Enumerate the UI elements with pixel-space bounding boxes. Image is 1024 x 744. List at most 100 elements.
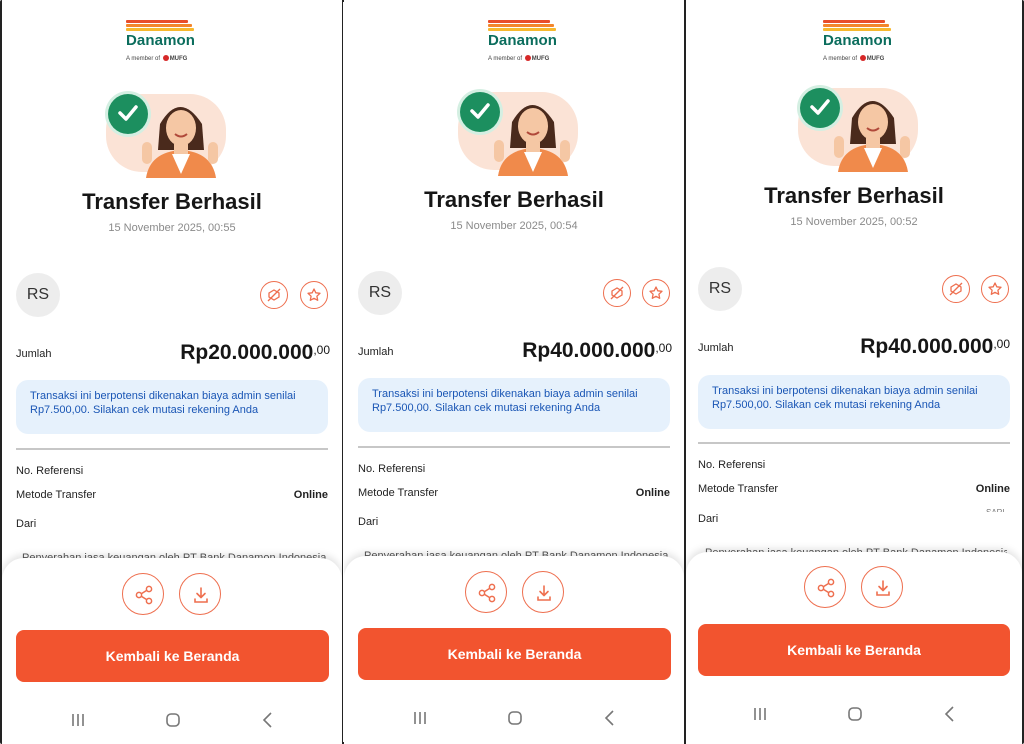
back-button[interactable] <box>938 702 962 726</box>
amount-label: Jumlah <box>358 346 394 358</box>
download-icon <box>537 585 551 601</box>
android-nav-bar <box>344 706 684 736</box>
hide-favorite-button[interactable] <box>942 275 970 303</box>
home-icon <box>508 711 522 725</box>
success-illustration <box>790 84 920 172</box>
download-icon <box>876 580 890 596</box>
logo-tagline: A member of MUFG <box>488 55 550 63</box>
transfer-method-value: Online <box>635 487 670 499</box>
back-icon <box>262 712 272 728</box>
hide-icon <box>267 288 281 302</box>
share-icon <box>135 585 153 605</box>
home-button[interactable] <box>161 708 185 732</box>
success-check-icon <box>460 92 500 132</box>
admin-fee-notice: Transaksi ini berpotensi dikenakan biaya… <box>358 378 670 432</box>
page-title: Transfer Berhasil <box>424 187 604 212</box>
success-illustration <box>98 90 228 178</box>
home-icon <box>166 713 180 727</box>
success-illustration <box>450 88 580 176</box>
hide-icon <box>949 282 963 296</box>
recipient-avatar: RS <box>16 273 60 317</box>
reference-label: No. Referensi <box>698 459 766 471</box>
home-button[interactable] <box>503 706 527 730</box>
section-divider <box>16 448 328 450</box>
star-icon <box>649 286 663 299</box>
receipt-screen-1: Danamon A member of MUFG Transfer Berhas… <box>2 0 342 744</box>
hide-icon <box>610 286 624 300</box>
transaction-datetime: 15 November 2025, 00:54 <box>450 220 578 232</box>
back-to-home-button[interactable]: Kembali ke Beranda <box>358 628 671 680</box>
recents-button[interactable] <box>748 702 772 726</box>
admin-fee-notice: Transaksi ini berpotensi dikenakan biaya… <box>698 375 1010 429</box>
source-account-label: Dari <box>698 513 719 525</box>
favorite-button[interactable] <box>981 275 1009 303</box>
share-icon <box>478 583 496 603</box>
success-check-icon <box>800 88 840 128</box>
reference-label: No. Referensi <box>16 465 84 477</box>
recents-button[interactable] <box>408 706 432 730</box>
amount-label: Jumlah <box>698 342 734 354</box>
favorite-button[interactable] <box>642 279 670 307</box>
page-title: Transfer Berhasil <box>82 189 262 214</box>
hide-favorite-button[interactable] <box>260 281 288 309</box>
transfer-method-label: Metode Transfer <box>358 487 439 499</box>
recipient-avatar: RS <box>698 267 742 311</box>
amount-value: Rp40.000.000,00 <box>860 335 1010 358</box>
home-icon <box>848 707 862 721</box>
back-to-home-button[interactable]: Kembali ke Beranda <box>698 624 1010 676</box>
android-nav-bar <box>686 702 1022 732</box>
transaction-datetime: 15 November 2025, 00:52 <box>790 216 918 228</box>
recents-icon <box>414 712 426 724</box>
transaction-datetime: 15 November 2025, 00:55 <box>108 222 236 234</box>
back-icon <box>944 706 954 722</box>
hide-favorite-button[interactable] <box>603 279 631 307</box>
success-check-icon <box>108 94 148 134</box>
amount-value: Rp40.000.000,00 <box>522 339 672 362</box>
mufg-icon <box>524 55 531 61</box>
transfer-method-value: Online <box>293 489 328 501</box>
source-account-label: Dari <box>358 516 379 528</box>
logo-wordmark: Danamon <box>823 32 893 49</box>
recents-icon <box>754 708 766 720</box>
recipient-avatar: RS <box>358 271 402 315</box>
transfer-method-label: Metode Transfer <box>698 483 779 495</box>
back-button[interactable] <box>256 708 280 732</box>
favorite-button[interactable] <box>300 281 328 309</box>
recents-icon <box>72 714 84 726</box>
admin-fee-notice: Transaksi ini berpotensi dikenakan biaya… <box>16 380 328 434</box>
transfer-method-value: Online <box>975 483 1010 495</box>
page-title: Transfer Berhasil <box>764 183 944 208</box>
logo-tagline: A member of MUFG <box>823 55 885 63</box>
download-button[interactable] <box>179 573 221 615</box>
back-button[interactable] <box>598 706 622 730</box>
share-icon <box>817 578 835 598</box>
section-divider <box>358 446 670 448</box>
android-nav-bar <box>2 708 342 738</box>
star-icon <box>988 282 1002 295</box>
transfer-method-label: Metode Transfer <box>16 489 97 501</box>
download-button[interactable] <box>522 571 564 613</box>
download-icon <box>194 587 208 603</box>
recents-button[interactable] <box>66 708 90 732</box>
mufg-icon <box>859 55 866 61</box>
amount-label: Jumlah <box>16 348 52 360</box>
star-icon <box>307 288 321 301</box>
share-button[interactable] <box>804 566 846 608</box>
home-button[interactable] <box>843 702 867 726</box>
receipt-screen-2: Danamon A member of MUFG Transfer Berhas… <box>344 0 684 744</box>
logo-tagline: A member of MUFG <box>126 55 188 63</box>
receipt-screen-3: Danamon A member of MUFG Transfer Berhas… <box>686 0 1022 744</box>
logo-wordmark: Danamon <box>126 32 196 49</box>
reference-label: No. Referensi <box>358 463 426 475</box>
download-button[interactable] <box>861 566 903 608</box>
back-to-home-button[interactable]: Kembali ke Beranda <box>16 630 329 682</box>
share-button[interactable] <box>465 571 507 613</box>
amount-value: Rp20.000.000,00 <box>180 341 330 364</box>
mufg-icon <box>162 55 169 61</box>
source-account-value: SARI <box>986 507 1005 512</box>
share-button[interactable] <box>122 573 164 615</box>
logo-wordmark: Danamon <box>488 32 558 49</box>
section-divider <box>698 442 1010 444</box>
source-account-label: Dari <box>16 518 37 530</box>
back-icon <box>604 710 614 726</box>
